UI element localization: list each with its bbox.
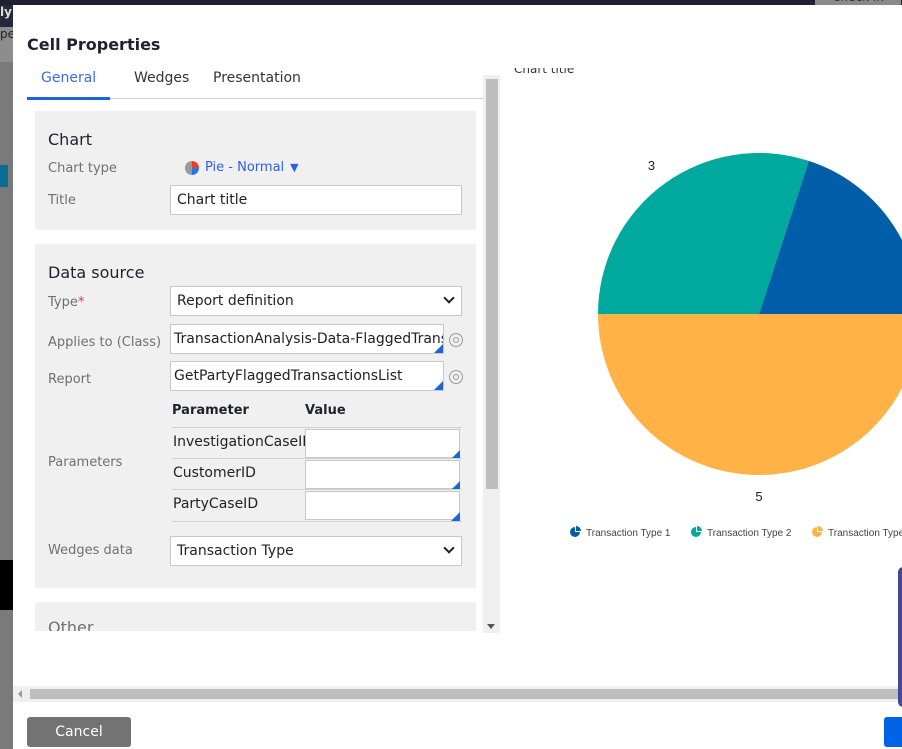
horizontal-scrollbar-thumb[interactable] (30, 689, 902, 699)
background-app-left: ly pe (0, 5, 13, 749)
wedges-data-label: Wedges data (48, 543, 133, 558)
tab-bar: General Wedges Presentation (27, 67, 483, 100)
pie-legend-icon-wedge (576, 526, 581, 531)
report-label: Report (48, 372, 92, 387)
applies-to-class-value: TransactionAnalysis-Data-FlaggedTransac (174, 331, 444, 347)
pie-chart-icon (185, 160, 199, 175)
dialog-title: Cell Properties (27, 35, 161, 54)
caret-down-icon: ▼ (290, 161, 299, 174)
parameter-value-input[interactable] (305, 460, 460, 489)
parameter-value-input[interactable] (305, 491, 460, 520)
background-fragment: pe (0, 27, 13, 62)
type-select-value: Report definition (177, 293, 294, 309)
vertical-scrollbar-thumb[interactable] (486, 79, 498, 489)
cell-properties-dialog: Cell Properties General Wedges Presentat… (13, 5, 902, 749)
autocomplete-corner-icon (451, 512, 460, 521)
autocomplete-corner-icon (434, 381, 443, 390)
pie-data-label: 3 (648, 158, 655, 173)
parameter-name: CustomerID (173, 465, 256, 481)
type-label-text: Type (48, 295, 78, 310)
general-tab-panel: Chart Chart type Pie - Normal ▼ Title Ch… (27, 99, 483, 631)
title-label: Title (48, 193, 76, 208)
data-source-section: Data source Type* Report definition Appl… (35, 244, 476, 588)
pie-slice[interactable] (598, 314, 902, 475)
background-block (0, 560, 13, 610)
legend-item[interactable]: Transaction Type 1 (570, 526, 671, 539)
parameter-name: InvestigationCaseID (173, 434, 314, 450)
other-section: Other (35, 602, 476, 631)
pie-legend-icon-wedge (697, 526, 702, 531)
crosshair-icon[interactable] (449, 370, 463, 384)
data-source-heading: Data source (48, 263, 145, 282)
background-tile (0, 165, 8, 187)
applies-to-class-label: Applies to (Class) (48, 335, 162, 350)
chart-type-selector[interactable]: Pie - Normal ▼ (185, 160, 299, 175)
report-input[interactable]: GetPartyFlaggedTransactionsList (170, 361, 444, 391)
horizontal-scrollbar[interactable] (13, 686, 902, 702)
required-indicator: * (77, 295, 85, 310)
parameter-row: InvestigationCaseID (172, 427, 462, 459)
applies-to-class-input[interactable]: TransactionAnalysis-Data-FlaggedTransac (170, 324, 444, 354)
pie-legend-icon-wedge (818, 526, 823, 531)
chart-section: Chart Chart type Pie - Normal ▼ Title Ch… (35, 111, 476, 230)
parameter-row: CustomerID (172, 458, 462, 490)
legend-label: Transaction Type 3 (828, 528, 902, 539)
wedges-data-select[interactable]: Transaction Type (170, 536, 462, 566)
chart-type-label: Chart type (48, 161, 117, 176)
submit-button[interactable] (884, 717, 902, 747)
parameter-name: PartyCaseID (173, 496, 259, 512)
chart-title-input[interactable]: Chart title (170, 185, 462, 215)
parameter-row: PartyCaseID (172, 489, 462, 522)
legend-label: Transaction Type 1 (586, 528, 671, 539)
chevron-down-icon (443, 542, 455, 554)
parameter-column-header: Parameter (172, 403, 249, 418)
vertical-scrollbar[interactable] (483, 75, 500, 633)
parameters-label: Parameters (48, 455, 123, 470)
crosshair-icon[interactable] (449, 333, 463, 347)
legend-item[interactable]: Transaction Type 2 (691, 526, 792, 539)
value-column-header: Value (305, 403, 346, 418)
wedges-data-value: Transaction Type (177, 543, 294, 559)
other-section-heading: Other (48, 618, 94, 631)
chart-title: Chart title (514, 68, 575, 75)
chart-type-value: Pie - Normal (205, 160, 285, 175)
report-value: GetPartyFlaggedTransactionsList (174, 368, 403, 384)
pie-data-label: 5 (755, 489, 762, 504)
scroll-left-arrow-icon[interactable] (18, 690, 22, 698)
background-fragment: ly (0, 5, 13, 27)
parameter-value-input[interactable] (305, 429, 460, 458)
type-label: Type* (48, 295, 84, 310)
tab-wedges[interactable]: Wedges (120, 69, 203, 97)
legend-label: Transaction Type 2 (707, 528, 792, 539)
chart-section-heading: Chart (48, 130, 92, 149)
tab-general[interactable]: General (27, 69, 111, 100)
autocomplete-corner-icon (434, 344, 443, 353)
cancel-button[interactable]: Cancel (27, 717, 131, 747)
pie-chart: 235Transaction Type 1Transaction Type 2T… (570, 152, 902, 539)
scroll-down-arrow-icon[interactable] (487, 624, 495, 629)
side-panel-edge (898, 567, 902, 707)
chart-preview: Chart title 235Transaction Type 1Transac… (500, 60, 902, 620)
tab-presentation[interactable]: Presentation (199, 69, 315, 97)
type-select[interactable]: Report definition (170, 286, 462, 316)
legend-item[interactable]: Transaction Type 3 (812, 526, 902, 539)
chevron-down-icon (443, 292, 455, 304)
